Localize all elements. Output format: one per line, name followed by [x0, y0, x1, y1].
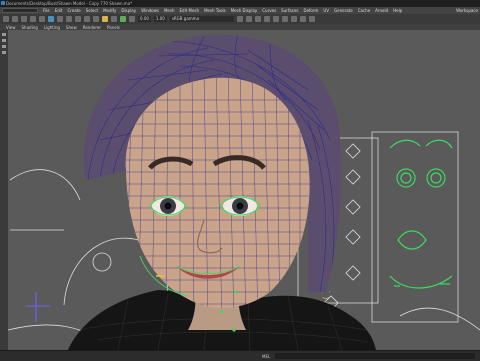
- textured-icon[interactable]: [272, 16, 279, 22]
- title-bar: Documents/Desktop/Bust/Shawn Model - Cop…: [0, 0, 480, 7]
- main-menu-bar: File Edit Create Select Modify Display W…: [0, 7, 480, 14]
- paint-select-icon[interactable]: [66, 16, 72, 22]
- menu-mesh-display[interactable]: Mesh Display: [231, 8, 258, 13]
- menu-select[interactable]: Select: [86, 8, 98, 13]
- wireframe-toggle-icon[interactable]: [254, 16, 261, 22]
- xray-icon[interactable]: [308, 16, 315, 22]
- snap-curve-icon[interactable]: [84, 16, 90, 22]
- menu-set-dropdown[interactable]: [2, 8, 38, 13]
- menu-modify[interactable]: Modify: [103, 8, 116, 13]
- camera-attributes-icon[interactable]: [236, 16, 243, 22]
- select-tool-icon[interactable]: [48, 16, 54, 22]
- menu-curves[interactable]: Curves: [262, 8, 276, 13]
- select-tool-icon[interactable]: [2, 33, 6, 36]
- face-board-marker: ˙ ͜ ˙: [320, 291, 331, 299]
- menu-uv[interactable]: UV: [323, 8, 329, 13]
- menu-display[interactable]: Display: [121, 8, 136, 13]
- snap-grid-icon[interactable]: [75, 16, 81, 22]
- menu-edit[interactable]: Edit: [55, 8, 63, 13]
- ipr-render-icon[interactable]: [111, 16, 117, 22]
- command-line-bar: MEL: [0, 350, 480, 361]
- panel-menu-panels[interactable]: Panels: [107, 25, 120, 30]
- menu-help[interactable]: Help: [393, 8, 402, 13]
- undo-icon[interactable]: [30, 16, 36, 22]
- menu-file[interactable]: File: [43, 8, 50, 13]
- shadows-icon[interactable]: [290, 16, 297, 22]
- new-scene-icon[interactable]: [3, 16, 9, 22]
- mel-label: MEL: [262, 354, 271, 359]
- command-line-input[interactable]: [275, 353, 475, 359]
- menu-arnold[interactable]: Arnold: [375, 8, 388, 13]
- menu-surfaces[interactable]: Surfaces: [281, 8, 298, 13]
- exposure-field[interactable]: 0.00: [138, 16, 151, 22]
- snap-point-icon[interactable]: [93, 16, 99, 22]
- rotate-tool-icon[interactable]: [2, 45, 6, 48]
- menu-mesh[interactable]: Mesh: [164, 8, 175, 13]
- render-settings-icon[interactable]: [120, 16, 126, 22]
- open-scene-icon[interactable]: [12, 16, 18, 22]
- panel-menu-renderer[interactable]: Renderer: [83, 25, 101, 30]
- workspace-selector[interactable]: Workspace: [456, 8, 478, 13]
- panel-menu-shading[interactable]: Shading: [22, 25, 38, 30]
- menu-edit-mesh[interactable]: Edit Mesh: [180, 8, 200, 13]
- menu-cache[interactable]: Cache: [358, 8, 370, 13]
- menu-mesh-tools[interactable]: Mesh Tools: [204, 8, 226, 13]
- save-scene-icon[interactable]: [21, 16, 27, 22]
- render-icon[interactable]: [102, 16, 108, 22]
- panel-menu-show[interactable]: Show: [66, 25, 77, 30]
- redo-icon[interactable]: [39, 16, 45, 22]
- smooth-shade-icon[interactable]: [263, 16, 270, 22]
- viewport-scene: ˙ ͜ ˙: [8, 30, 480, 350]
- menu-deform[interactable]: Deform: [303, 8, 318, 13]
- maya-app-icon: [1, 1, 5, 5]
- grid-toggle-icon[interactable]: [245, 16, 252, 22]
- panel-menu-view[interactable]: View: [6, 25, 16, 30]
- hypershade-icon[interactable]: [129, 16, 135, 22]
- svg-text:˙ ͜ ˙: ˙ ͜ ˙: [320, 291, 331, 299]
- panel-menu-lighting[interactable]: Lighting: [44, 25, 60, 30]
- menu-windows[interactable]: Windows: [141, 8, 159, 13]
- window-title: Documents/Desktop/Bust/Shawn Model - Cop…: [6, 1, 133, 6]
- left-tool-strip: [0, 30, 8, 350]
- lasso-tool-icon[interactable]: [57, 16, 63, 22]
- color-space-field[interactable]: sRGB gamma: [169, 16, 234, 22]
- isolate-select-icon[interactable]: [299, 16, 306, 22]
- 3d-viewport[interactable]: ˙ ͜ ˙: [8, 30, 480, 350]
- gamma-field[interactable]: 1.00: [153, 16, 167, 22]
- move-tool-icon[interactable]: [2, 39, 6, 42]
- menu-generate[interactable]: Generate: [334, 8, 353, 13]
- scale-tool-icon[interactable]: [2, 51, 6, 54]
- menu-create[interactable]: Create: [67, 8, 80, 13]
- lights-icon[interactable]: [281, 16, 288, 22]
